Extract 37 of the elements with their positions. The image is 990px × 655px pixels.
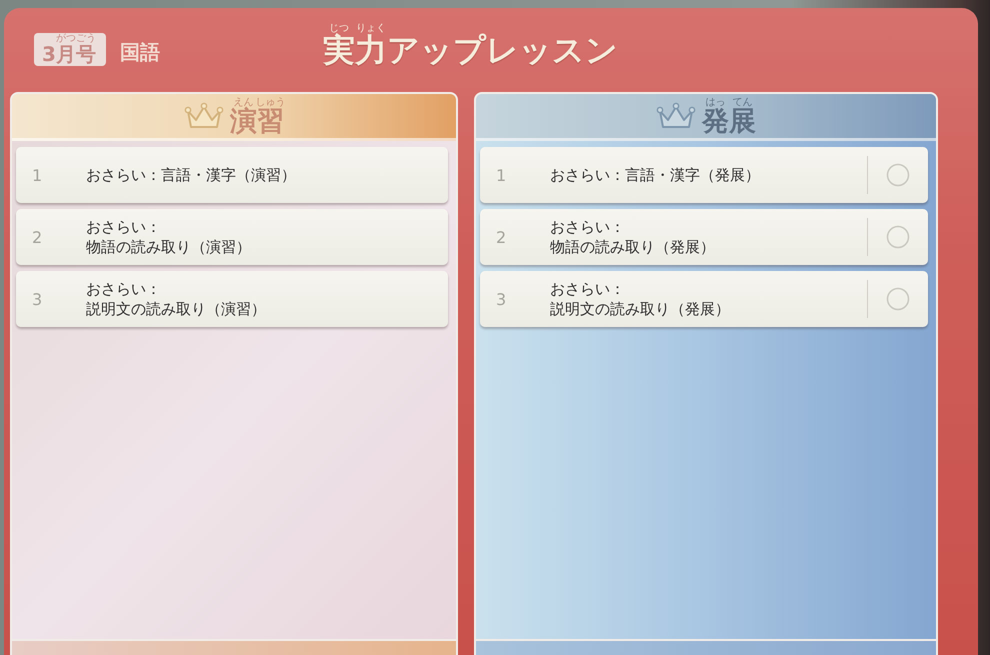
- page-title: 実力アップレッスン: [323, 34, 618, 66]
- crown-icon: [184, 102, 224, 130]
- furigana: てん: [732, 97, 752, 108]
- furigana: ごう: [76, 33, 96, 44]
- furigana: りょく: [356, 23, 386, 34]
- item-title: 説明文の読み取り（発展）: [550, 299, 730, 319]
- furigana: がつ: [56, 33, 76, 44]
- panel-title: 演習: [230, 108, 284, 135]
- item-title: 物語の読み取り（発展）: [550, 237, 715, 257]
- lesson-item[interactable]: 3 おさらい： 説明文の読み取り（発展）: [480, 271, 928, 327]
- subject-label: 国語: [120, 42, 160, 62]
- item-number: 1: [32, 166, 44, 184]
- item-title: おさらい：言語・漢字（発展）: [550, 165, 760, 185]
- lesson-item[interactable]: 1 おさらい：言語・漢字（演習）: [16, 147, 448, 203]
- item-title: 物語の読み取り（演習）: [86, 237, 251, 257]
- item-title: 説明文の読み取り（演習）: [86, 299, 266, 319]
- item-title: おさらい：: [550, 217, 625, 237]
- item-number: 1: [496, 166, 508, 184]
- item-title: おさらい：: [86, 217, 161, 237]
- issue-label: 3月号: [42, 44, 96, 64]
- furigana: はっ: [706, 97, 726, 108]
- item-number: 2: [32, 228, 44, 246]
- furigana: じつ: [329, 23, 349, 34]
- furigana: しゅう: [256, 97, 286, 108]
- lesson-item[interactable]: 2 おさらい： 物語の読み取り（演習）: [16, 209, 448, 265]
- item-title: おさらい：: [86, 279, 161, 299]
- item-number: 3: [32, 290, 44, 308]
- item-title: おさらい：: [550, 279, 625, 299]
- lesson-item[interactable]: 2 おさらい： 物語の読み取り（発展）: [480, 209, 928, 265]
- lesson-item[interactable]: 3 おさらい： 説明文の読み取り（演習）: [16, 271, 448, 327]
- item-number: 2: [496, 228, 508, 246]
- item-title: おさらい：言語・漢字（演習）: [86, 165, 296, 185]
- furigana: えん: [234, 97, 254, 108]
- item-number: 3: [496, 290, 508, 308]
- crown-icon: [656, 102, 696, 130]
- lesson-item[interactable]: 1 おさらい：言語・漢字（発展）: [480, 147, 928, 203]
- panel-title: 発展: [702, 108, 756, 135]
